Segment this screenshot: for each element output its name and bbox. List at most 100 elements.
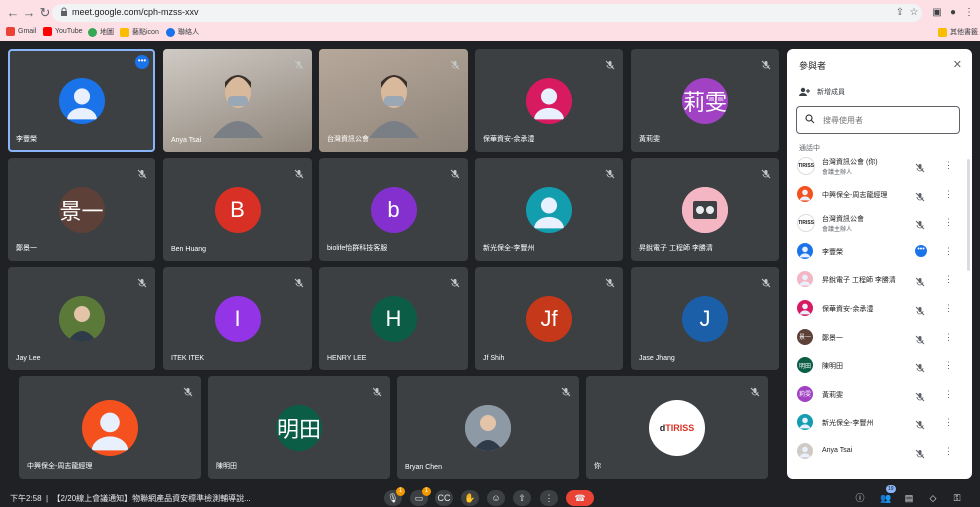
forward-icon[interactable]: →	[22, 6, 36, 20]
participant-tile[interactable]: B Ben Huang	[163, 158, 312, 261]
participant-row[interactable]: TIRISS 台灣資訊公會 會議主辦人 ⋮	[787, 209, 972, 235]
contacts-icon	[166, 27, 175, 37]
participant-tile[interactable]: 台灣資訊公會	[319, 49, 468, 152]
sidebar-icon[interactable]: ▣	[930, 6, 944, 20]
menu-icon[interactable]: ⋮	[962, 6, 976, 20]
reload-icon[interactable]: ↻	[38, 6, 52, 20]
participant-tile[interactable]: H HENRY LEE	[319, 267, 468, 370]
mic-off-icon[interactable]	[915, 189, 925, 201]
scrollbar[interactable]	[967, 159, 970, 271]
participant-name: 陳明田	[822, 363, 843, 371]
bookmark-youtube[interactable]: YouTube	[43, 27, 83, 36]
participant-row[interactable]: 莉雯 黃莉雯 ⋮	[787, 381, 972, 407]
more-vert-icon: ⋮	[544, 492, 554, 503]
more-vert-icon[interactable]: ⋮	[944, 274, 953, 284]
more-vert-icon[interactable]: ⋮	[944, 303, 953, 313]
participant-tile[interactable]: Jay Lee	[8, 267, 155, 370]
participant-tile[interactable]: Jf Jf Shih	[475, 267, 623, 370]
person-silhouette	[211, 68, 265, 138]
more-vert-icon[interactable]: ⋮	[944, 332, 953, 342]
more-vert-icon[interactable]: ⋮	[944, 217, 953, 227]
bookmark-icon-site[interactable]: 藝點icon	[120, 27, 159, 37]
mic-off-icon[interactable]	[915, 303, 925, 316]
participant-row[interactable]: 景一 鄭景一 ⋮	[787, 324, 972, 350]
mic-off-icon[interactable]	[915, 360, 925, 373]
more-vert-icon[interactable]: ⋮	[944, 360, 953, 370]
captions-button[interactable]: CC	[435, 490, 453, 506]
participant-tile[interactable]: b biolife怡群科技客服	[319, 158, 468, 261]
mic-button[interactable]: 🎙 1	[384, 487, 405, 506]
mic-off-icon[interactable]	[915, 160, 925, 173]
participant-row[interactable]: Anya Tsai ⋮	[787, 438, 972, 464]
people-button[interactable]: 👥 19	[879, 485, 896, 505]
participant-row[interactable]: 保華資安-余承澧 ⋮	[787, 295, 972, 321]
participant-tile[interactable]: 中興保全-周志龍經理	[19, 376, 201, 479]
more-vert-icon[interactable]: ⋮	[944, 246, 953, 256]
reactions-button[interactable]: ☺	[487, 490, 505, 506]
bookmark-star-icon[interactable]: ☆	[908, 7, 920, 19]
more-vert-icon[interactable]: ⋮	[944, 417, 953, 427]
mic-off-icon	[561, 384, 571, 397]
search-box[interactable]	[796, 106, 960, 134]
participant-name: 台灣資訊公會	[822, 216, 864, 224]
participant-row[interactable]: 新光保全-李豐州 ⋮	[787, 409, 972, 435]
participant-name: Jay Lee	[16, 355, 41, 362]
participant-tile[interactable]: I ITEK ITEK	[163, 267, 312, 370]
participant-tile[interactable]: 明田 陳明田	[208, 376, 390, 479]
more-vert-icon[interactable]: ⋮	[944, 446, 953, 456]
participant-tile[interactable]: 莉雯 黃莉雯	[631, 49, 779, 152]
more-options-icon[interactable]: •••	[135, 55, 149, 69]
raise-hand-button[interactable]: ✋	[461, 490, 479, 506]
close-icon[interactable]: ✕	[953, 58, 962, 71]
avatar: TIRISS	[797, 157, 815, 175]
back-icon[interactable]: ←	[6, 6, 20, 20]
person-silhouette	[367, 68, 421, 138]
participant-row[interactable]: 李豐榮 ••• ⋮	[787, 238, 972, 264]
mic-off-icon[interactable]	[915, 417, 925, 430]
search-input[interactable]	[821, 112, 955, 128]
more-vert-icon[interactable]: ⋮	[944, 389, 953, 399]
more-vert-icon[interactable]: ⋮	[944, 189, 953, 199]
address-bar[interactable]: meet.google.com/cph-mzss-xxv ⇪ ☆	[52, 4, 922, 22]
hand-icon: ✋	[464, 492, 476, 503]
participant-tile[interactable]: 昇銳電子 工程師 李勝清	[631, 158, 779, 261]
mic-off-icon[interactable]	[915, 446, 925, 459]
bookmark-maps[interactable]: 地圖	[88, 27, 114, 37]
participant-row[interactable]: TIRISS 台灣資訊公會 (你) 會議主辦人 ⋮	[787, 152, 972, 178]
mic-off-icon[interactable]	[915, 389, 925, 402]
clock: 下午2:58 | 【2/20線上會議通知】物聯網產品資安標準檢測輔導說...	[10, 494, 251, 503]
mic-off-icon[interactable]	[915, 332, 925, 344]
chat-icon[interactable]: ▤	[902, 491, 916, 505]
avatar: b	[370, 186, 417, 233]
participant-tile[interactable]: dTIRISS 你	[586, 376, 768, 479]
share-icon[interactable]: ⇪	[894, 7, 906, 19]
participant-tile[interactable]: J Jase Jhang	[631, 267, 779, 370]
avatar	[797, 414, 813, 431]
host-controls-icon[interactable]: ⚿	[950, 491, 964, 505]
leave-call-button[interactable]: ☎	[566, 490, 594, 506]
url-text: meet.google.com/cph-mzss-xxv	[72, 7, 199, 17]
participant-tile[interactable]: 新光保全-李豐州	[475, 158, 623, 261]
bookmark-other[interactable]: 其他書籤	[938, 27, 978, 37]
participant-tile[interactable]: 保華資安-余承澧	[475, 49, 623, 152]
more-options-button[interactable]: ⋮	[540, 490, 558, 506]
more-vert-icon[interactable]: ⋮	[944, 160, 953, 170]
participant-tile[interactable]: Anya Tsai	[163, 49, 312, 152]
participant-tile[interactable]: 李豐榮 •••	[8, 49, 155, 152]
mic-off-icon[interactable]	[915, 274, 925, 287]
info-icon[interactable]: ⓘ	[853, 491, 867, 505]
bookmark-contacts[interactable]: 聯絡人	[166, 27, 199, 37]
participant-tile[interactable]: 景一 鄭景一	[8, 158, 155, 261]
participant-role: 會議主辦人	[822, 170, 853, 176]
participant-tile[interactable]: Bryan Chen	[397, 376, 579, 479]
mic-off-icon[interactable]	[915, 217, 925, 230]
activities-icon[interactable]: ◇	[926, 491, 940, 505]
present-button[interactable]: ⇧	[513, 490, 531, 506]
participant-row[interactable]: 中興保全-周志龍經理 ⋮	[787, 181, 972, 207]
participant-row[interactable]: 明田 陳明田 ⋮	[787, 352, 972, 378]
bookmark-gmail[interactable]: Gmail	[6, 27, 36, 36]
camera-button[interactable]: ▭ 1	[410, 487, 431, 506]
extensions-icon[interactable]: ●	[946, 6, 960, 20]
participant-row[interactable]: 昇銳電子 工程師 李勝清 ⋮	[787, 266, 972, 292]
add-member-button[interactable]: 新增成員	[799, 87, 845, 97]
